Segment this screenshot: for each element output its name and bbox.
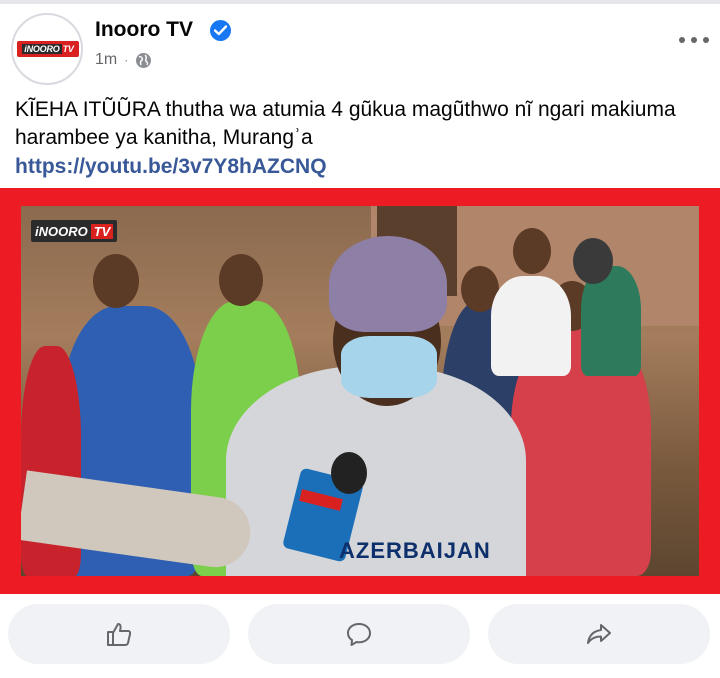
share-button[interactable] — [488, 604, 710, 664]
avatar-logo-right: TV — [62, 44, 74, 54]
avatar-logo: iNOORO TV — [17, 41, 79, 57]
post-media[interactable]: AZERBAIJAN iNOORO TV — [0, 188, 720, 594]
comment-bubble-icon — [347, 623, 371, 646]
thumbs-up-icon — [107, 623, 132, 646]
post-timestamp[interactable]: 1m — [95, 51, 117, 69]
watermark-left: iNOORO — [35, 223, 88, 239]
more-options-icon[interactable] — [679, 34, 709, 46]
video-thumbnail[interactable]: AZERBAIJAN iNOORO TV — [21, 206, 699, 576]
channel-watermark: iNOORO TV — [31, 220, 118, 242]
meta-separator: · — [124, 53, 129, 67]
avatar-logo-left: iNOORO — [22, 44, 62, 54]
share-arrow-icon — [587, 624, 611, 644]
globe-icon — [136, 52, 152, 68]
page-avatar[interactable]: iNOORO TV — [11, 13, 83, 85]
page-name[interactable]: Inooro TV — [95, 18, 193, 42]
post-link[interactable]: https://youtu.be/3v7Y8hAZCNQ — [15, 153, 327, 181]
post-meta: 1m · — [95, 51, 152, 69]
shirt-text: AZERBAIJAN — [339, 538, 491, 563]
watermark-right: TV — [90, 223, 114, 239]
post-text: KĨEHA ITŨŨRA thutha wa atumia 4 gũkua ma… — [15, 98, 676, 149]
like-button[interactable] — [8, 604, 230, 664]
comment-button[interactable] — [248, 604, 470, 664]
verified-badge-icon — [210, 20, 231, 41]
action-bar — [0, 594, 720, 678]
post-header: iNOORO TV Inooro TV 1m · — [0, 4, 720, 86]
